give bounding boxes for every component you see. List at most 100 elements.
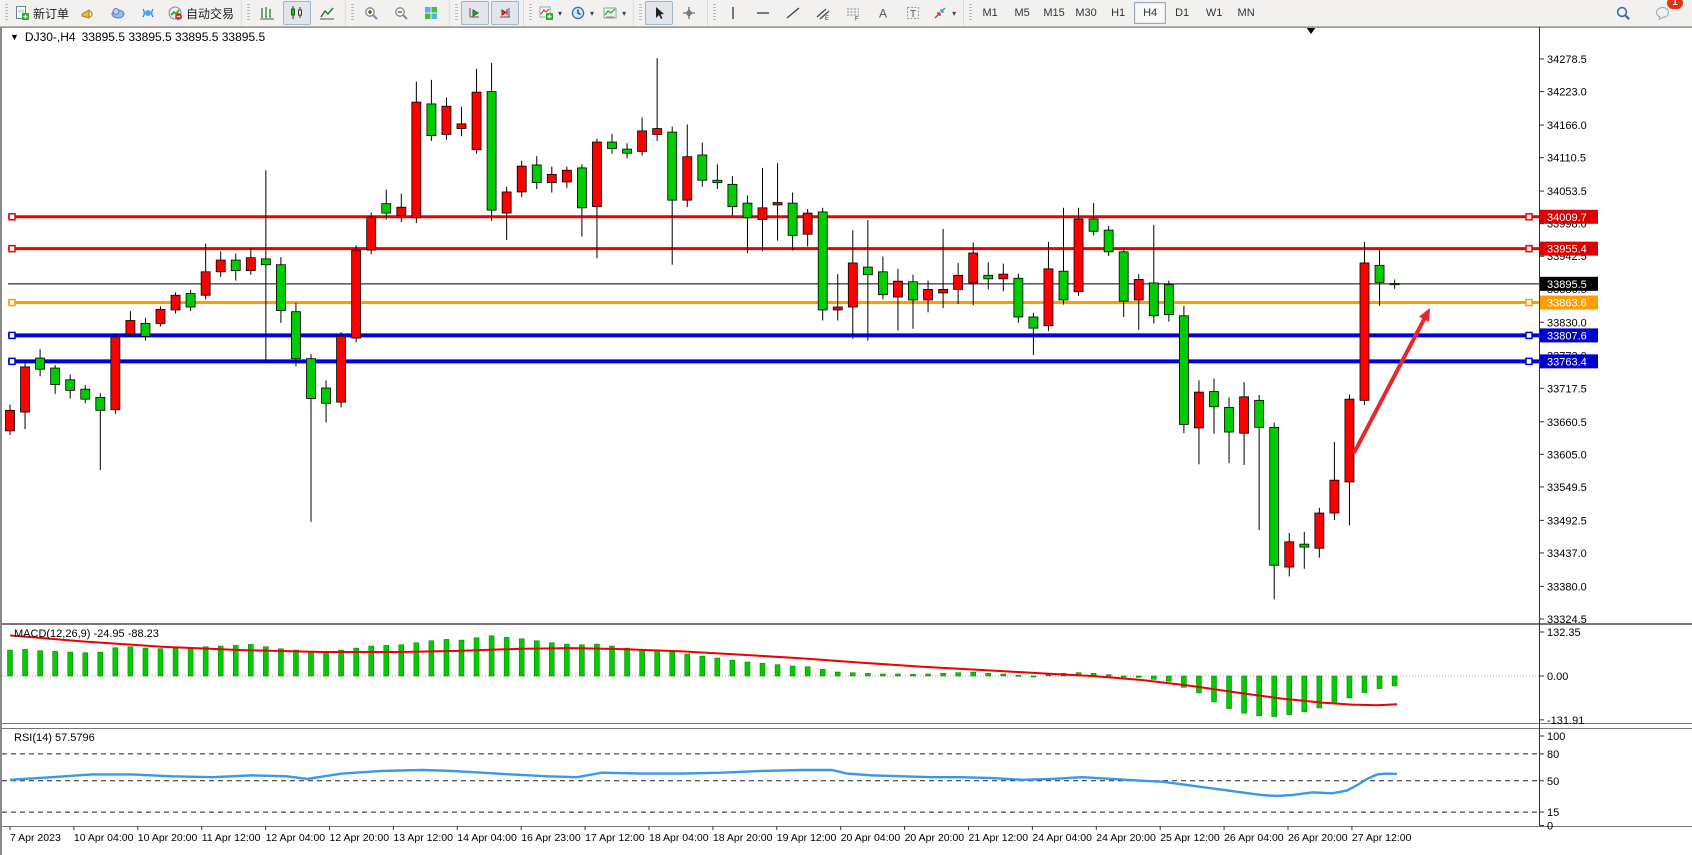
chevron-down-icon[interactable]: ▾ xyxy=(952,9,956,18)
candle xyxy=(1014,278,1023,317)
chevron-down-icon[interactable]: ▾ xyxy=(590,9,594,18)
equidistant-channel-button[interactable]: E xyxy=(809,1,837,25)
indicators-button[interactable]: ▾ xyxy=(535,1,565,25)
notifications-button[interactable]: 1 xyxy=(1649,1,1677,25)
timeframe-m1[interactable]: M1 xyxy=(974,2,1006,24)
macd-histogram-bar xyxy=(414,643,419,676)
toolbar-group xyxy=(345,0,449,26)
periods-button[interactable]: ▾ xyxy=(567,1,597,25)
crosshair-button[interactable] xyxy=(675,1,703,25)
text-button[interactable]: A xyxy=(869,1,897,25)
new-order-button[interactable]: 新订单 xyxy=(11,1,72,25)
macd-histogram-bar xyxy=(956,673,961,676)
price-axis-label: 33549.5 xyxy=(1547,482,1587,494)
auto-scroll-button[interactable] xyxy=(461,1,489,25)
candle xyxy=(909,282,918,300)
horizontal-line-button[interactable] xyxy=(749,1,777,25)
vertical-line-button[interactable] xyxy=(719,1,747,25)
macd-histogram-bar xyxy=(23,649,28,676)
fibonacci-icon: F xyxy=(845,5,861,21)
macd-histogram-bar xyxy=(715,658,720,676)
zoom-in-button[interactable] xyxy=(357,1,385,25)
macd-histogram-bar xyxy=(68,652,73,676)
toolbar-grip-handle[interactable] xyxy=(969,4,972,22)
candle xyxy=(457,124,466,129)
candle xyxy=(833,307,842,310)
timeframe-d1[interactable]: D1 xyxy=(1166,2,1198,24)
line-handle[interactable] xyxy=(1526,332,1532,338)
macd-histogram-bar xyxy=(760,663,765,676)
candle xyxy=(1225,407,1234,432)
trendline-button[interactable] xyxy=(779,1,807,25)
timeframe-m5[interactable]: M5 xyxy=(1006,2,1038,24)
candle xyxy=(246,258,255,271)
chevron-down-icon[interactable]: ▾ xyxy=(622,9,626,18)
auto-trading-button[interactable]: 自动交易 xyxy=(164,1,237,25)
toolbar-grip-handle[interactable] xyxy=(639,4,642,22)
toolbar-grip-handle[interactable] xyxy=(713,4,716,22)
timeframe-w1[interactable]: W1 xyxy=(1198,2,1230,24)
line-handle[interactable] xyxy=(1526,300,1532,306)
line-handle[interactable] xyxy=(1526,358,1532,364)
horn-icon-button[interactable] xyxy=(74,1,102,25)
text-icon: A xyxy=(875,5,891,21)
candle xyxy=(1360,263,1369,400)
candle xyxy=(1164,285,1173,315)
cursor-button[interactable] xyxy=(645,1,673,25)
search-button[interactable] xyxy=(1609,1,1637,25)
time-axis-label: 26 Apr 20:00 xyxy=(1288,832,1348,844)
timeframe-h4[interactable]: H4 xyxy=(1134,2,1166,24)
candlestick-chart-type-button[interactable] xyxy=(283,1,311,25)
fibonacci-button[interactable]: F xyxy=(839,1,867,25)
chart-shift-button[interactable] xyxy=(491,1,519,25)
line-chart-type-button[interactable] xyxy=(313,1,341,25)
toolbar-grip-handle[interactable] xyxy=(529,4,532,22)
candle xyxy=(487,92,496,211)
chart-shift-icon xyxy=(497,5,513,21)
line-handle[interactable] xyxy=(9,214,15,220)
timeframe-mn[interactable]: MN xyxy=(1230,2,1262,24)
macd-histogram-bar xyxy=(775,665,780,676)
toolbar-grip-handle[interactable] xyxy=(351,4,354,22)
line-handle[interactable] xyxy=(1526,214,1532,220)
signals-button[interactable] xyxy=(134,1,162,25)
line-handle[interactable] xyxy=(9,246,15,252)
chart-canvas[interactable]: 34278.534223.034166.034110.534053.533998… xyxy=(2,27,1692,855)
toolbar-grip-handle[interactable] xyxy=(455,4,458,22)
arrows-button[interactable]: ▾ xyxy=(929,1,959,25)
line-handle[interactable] xyxy=(9,332,15,338)
candle xyxy=(141,323,150,336)
candle xyxy=(893,281,902,297)
line-handle[interactable] xyxy=(9,300,15,306)
macd-histogram-bar xyxy=(218,646,223,676)
macd-histogram-bar xyxy=(640,649,645,676)
tile-windows-button[interactable] xyxy=(417,1,445,25)
bar-chart-type-button[interactable] xyxy=(253,1,281,25)
time-axis-label: 20 Apr 20:00 xyxy=(905,832,965,844)
chart-window[interactable]: ▼ DJ30-,H4 33895.5 33895.5 33895.5 33895… xyxy=(0,27,1692,855)
horn-icon-icon xyxy=(80,5,96,21)
candle xyxy=(1074,219,1083,292)
toolbar-grip-handle[interactable] xyxy=(247,4,250,22)
toolbar-grip-handle[interactable] xyxy=(5,4,8,22)
timeframe-m30[interactable]: M30 xyxy=(1070,2,1102,24)
time-axis-label: 27 Apr 12:00 xyxy=(1352,832,1412,844)
candle xyxy=(1059,271,1068,300)
line-handle[interactable] xyxy=(9,358,15,364)
templates-button[interactable]: ▾ xyxy=(599,1,629,25)
candle xyxy=(592,142,601,207)
macd-histogram-bar xyxy=(745,662,750,676)
chevron-down-icon[interactable]: ▾ xyxy=(558,9,562,18)
timeframe-m15[interactable]: M15 xyxy=(1038,2,1070,24)
text-label-button[interactable]: T xyxy=(899,1,927,25)
market-watch-button[interactable] xyxy=(104,1,132,25)
time-axis-label: 21 Apr 12:00 xyxy=(969,832,1029,844)
candle xyxy=(1300,544,1309,547)
macd-histogram-bar xyxy=(369,646,374,676)
zoom-out-button[interactable] xyxy=(387,1,415,25)
timeframe-h1[interactable]: H1 xyxy=(1102,2,1134,24)
candle xyxy=(397,207,406,215)
candle xyxy=(1104,230,1113,252)
line-handle[interactable] xyxy=(1526,246,1532,252)
macd-histogram-bar xyxy=(278,649,283,676)
